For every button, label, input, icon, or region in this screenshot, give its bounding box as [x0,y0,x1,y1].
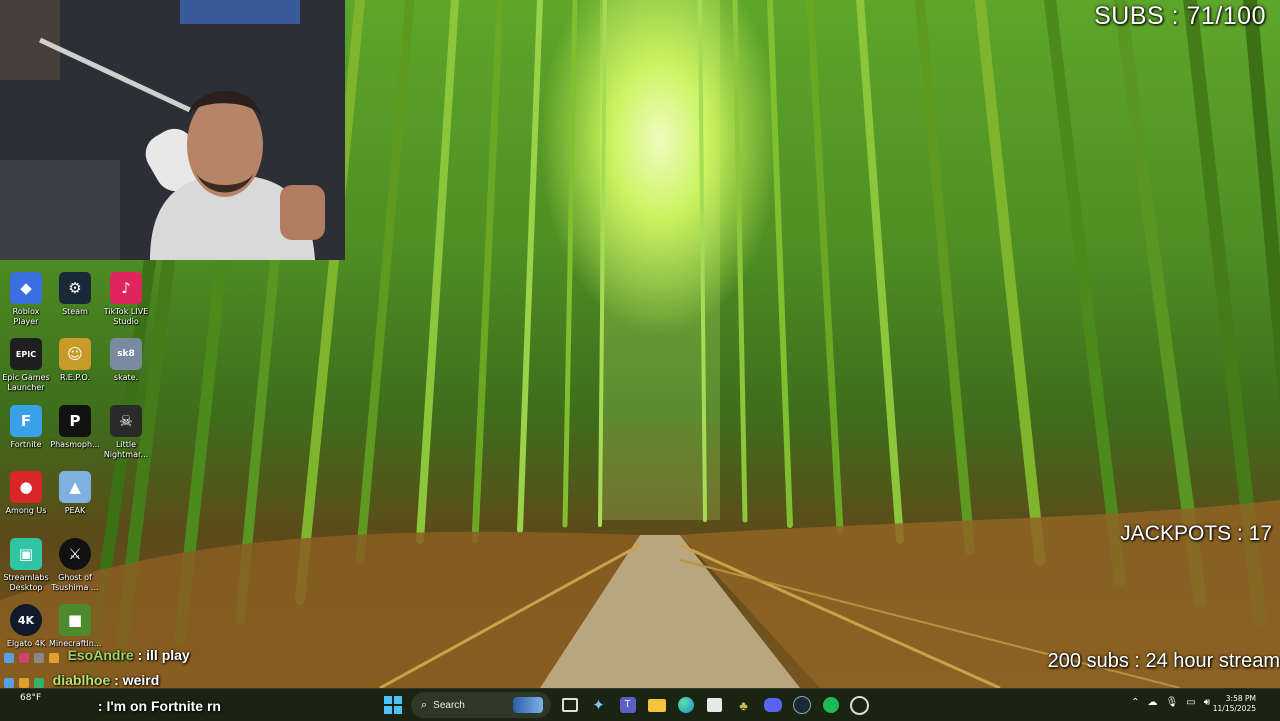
clock[interactable]: 3:58 PM 11/15/2025 [1213,694,1256,714]
chat-text: : weird [114,672,160,688]
chat-text: : I'm on Fortnite rn [97,698,221,714]
volume-icon[interactable]: 🔊︎ [1204,697,1210,708]
copilot-icon: ✦ [592,697,605,714]
desktop-icon-peak[interactable]: ▲ PEAK [49,471,101,516]
task-view-button[interactable] [558,693,582,717]
desktop-icon-steam[interactable]: ⚙ Steam [49,272,101,317]
spotify-button[interactable] [819,693,843,717]
task-view-icon [561,698,578,712]
tiktok-icon: ♪ [110,272,142,304]
start-button[interactable] [381,693,405,717]
webcam-overlay [0,0,345,260]
file-explorer-button[interactable] [645,693,669,717]
clock-date: 11/15/2025 [1212,704,1256,713]
chat-username: diablhoe [52,672,111,688]
sub-goal-text: 200 subs : 24 hour stream [1047,650,1280,672]
desktop-icon-fortnite[interactable]: F Fortnite [0,405,52,450]
system-tray: ⌃ ☁ 🎙︎ ▭ 🔊︎ [1127,697,1214,708]
edge-button[interactable] [674,693,698,717]
chat-text: : ill play [137,647,190,663]
microphone-icon[interactable]: 🎙︎ [1166,697,1179,708]
desktop-icon-little-nightmares[interactable]: ☠ Little Nightmar... [100,405,152,460]
search-highlight-icon [513,697,543,713]
store-icon [707,698,722,712]
steam-icon [792,696,811,714]
badge-icon [18,677,29,688]
windows-icon [383,696,402,714]
search-icon: ⌕ [421,698,428,711]
spotify-icon [822,697,839,713]
cloud-icon[interactable]: ☁ [1148,697,1158,708]
app-icon: ♣ [739,697,748,713]
discord-icon [763,698,782,712]
chat-badges [4,648,60,664]
jackpots-counter: JACKPOTS : 17 [1120,522,1272,545]
obs-icon [850,695,869,715]
desktop-icon-tiktok-live-studio[interactable]: ♪ TikTok LIVE Studio [100,272,152,327]
desktop-icon-among-us[interactable]: ● Among Us [0,471,52,516]
folder-icon [647,698,666,712]
edge-icon [677,697,694,713]
streamlabs-icon: ▣ [10,538,42,570]
display-icon[interactable]: ▭ [1186,697,1195,708]
fortnite-icon: F [10,405,42,437]
chat-message: diablhoe : weird [4,672,159,689]
discord-button[interactable] [761,693,785,717]
peak-icon: ▲ [59,471,91,503]
badge-icon [18,652,29,663]
among-us-icon: ● [10,471,42,503]
badge-icon [4,677,14,688]
phasmophobia-icon: P [59,405,91,437]
desktop-icon-minecraft[interactable]: ■ Minecraftln... [49,604,101,649]
chat-username: EsoAndre [67,647,134,663]
search-label: Search [433,699,465,711]
obs-button[interactable] [848,693,872,717]
epic-games-icon: EPIC [10,338,42,370]
teams-button[interactable]: T [616,693,640,717]
desktop-icon-roblox-player[interactable]: ◆ Roblox Player [0,272,52,327]
taskbar-search[interactable]: ⌕ Search [411,692,551,718]
badge-icon [33,652,44,663]
subs-counter: SUBS : 71/100 [1094,2,1266,30]
roblox-icon: ◆ [10,272,42,304]
copilot-button[interactable]: ✦ [587,693,611,717]
desktop-icon-elgato-4k[interactable]: 4K Elgato 4K [0,604,52,649]
steam-icon: ⚙ [59,272,91,304]
chat-message: EsoAndre : ill play [4,647,190,664]
app-button[interactable]: ♣ [732,693,756,717]
store-button[interactable] [703,693,727,717]
elgato-4k-icon: 4K [10,604,42,636]
desktop-icon-skate[interactable]: sk8 skate. [100,338,152,383]
steam-taskbar-button[interactable] [790,693,814,717]
little-nightmares-icon: ☠ [110,405,142,437]
taskbar-apps: ⌕ Search ✦ T ♣ [378,692,874,718]
desktop-icon-streamlabs[interactable]: ▣ Streamlabs Desktop [0,538,52,593]
teams-icon: T [619,697,636,713]
desktop-icon-repo[interactable]: ☺ R.E.P.O. [49,338,101,383]
skate-icon: sk8 [110,338,142,370]
badge-icon [4,652,14,663]
repo-icon: ☺ [59,338,91,370]
chat-message: : I'm on Fortnite rn [4,698,221,714]
badge-icon [33,677,44,688]
badge-icon [48,652,59,663]
desktop-icon-ghost-of-tsushima[interactable]: ⚔ Ghost of Tsushima ... [49,538,101,593]
desktop-icon-phasmophobia[interactable]: P Phasmoph... [49,405,101,450]
minecraft-icon: ■ [59,604,91,636]
chat-badges [4,673,45,689]
clock-time: 3:58 PM [1225,694,1256,703]
desktop-icon-epic-games[interactable]: EPIC Epic Games Launcher [0,338,52,393]
ghost-of-tsushima-icon: ⚔ [59,538,91,570]
chevron-up-icon[interactable]: ⌃ [1131,697,1139,708]
